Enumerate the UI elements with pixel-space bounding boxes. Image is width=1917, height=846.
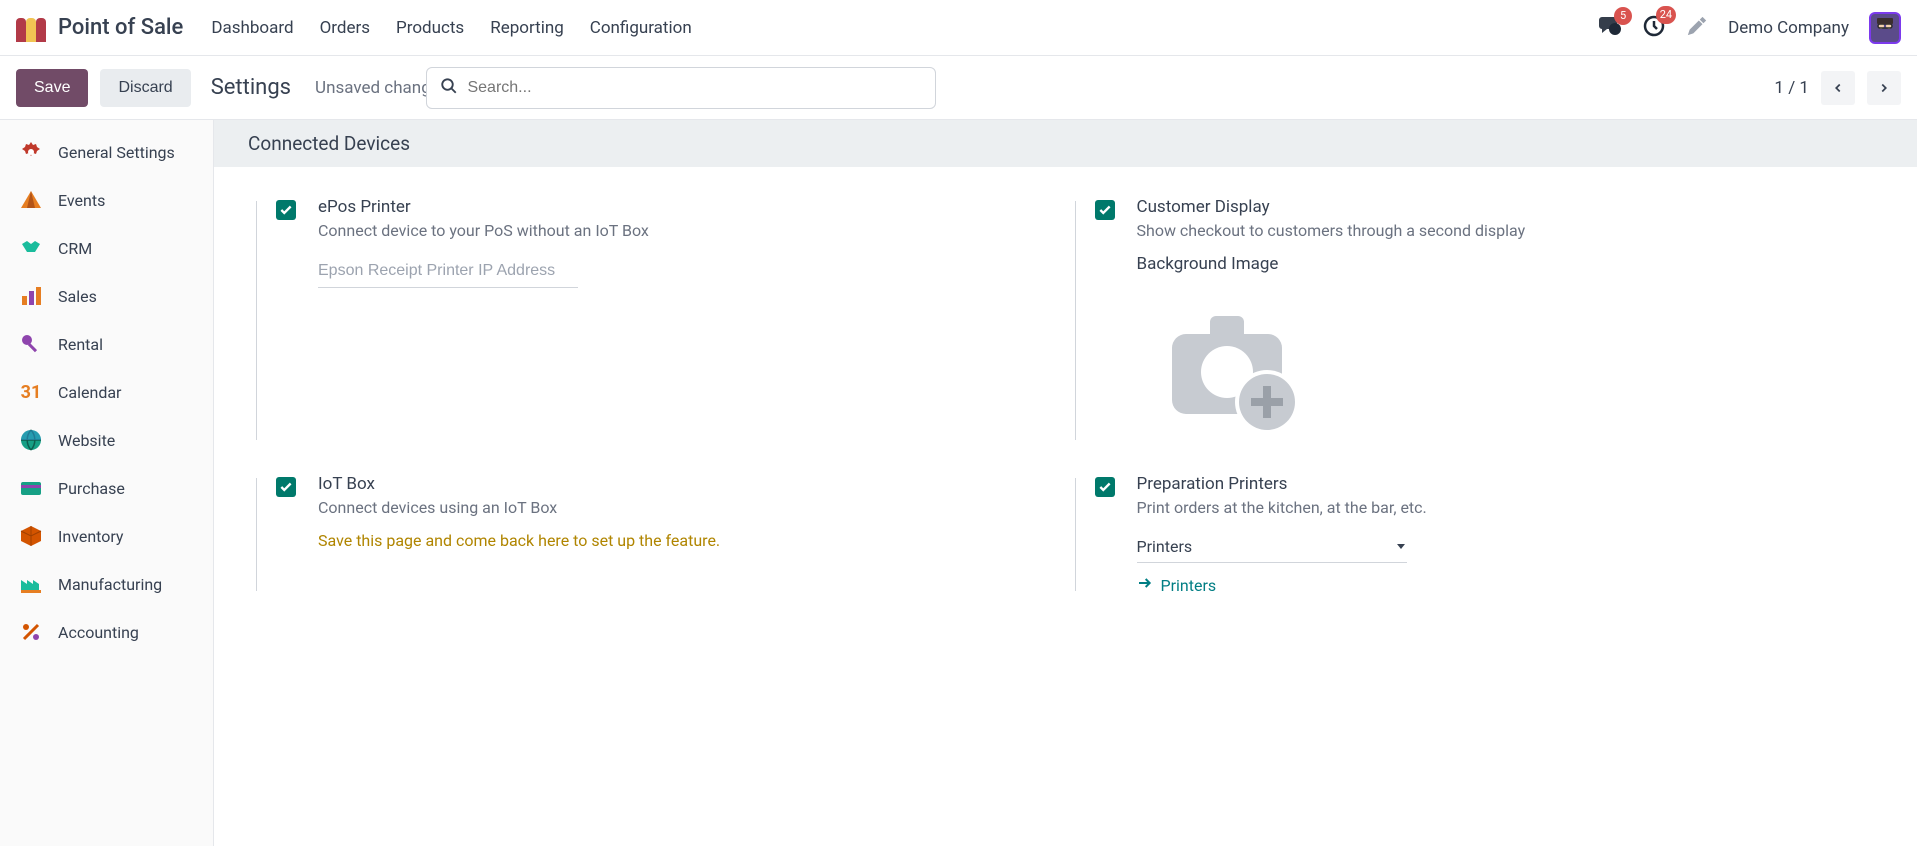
search-input[interactable] [426, 67, 936, 109]
nav-products[interactable]: Products [396, 18, 464, 38]
checkbox-customer-display[interactable] [1095, 200, 1115, 220]
sidebar-item-general-settings[interactable]: General Settings [0, 128, 213, 176]
setting-desc: Connect device to your PoS without an Io… [318, 221, 1049, 240]
percent-icon [18, 619, 44, 645]
sidebar-item-accounting[interactable]: Accounting [0, 608, 213, 656]
settings-sidebar: General Settings Events CRM Sales Rental… [0, 120, 214, 846]
company-selector[interactable]: Demo Company [1728, 18, 1849, 38]
sidebar-item-events[interactable]: Events [0, 176, 213, 224]
main-panel: Connected Devices ePos Printer Connect d… [214, 120, 1917, 846]
nav-reporting[interactable]: Reporting [490, 18, 564, 38]
printers-dropdown[interactable]: Printers [1137, 531, 1407, 563]
calendar-icon: 31 [18, 379, 44, 405]
setting-desc: Print orders at the kitchen, at the bar,… [1137, 498, 1868, 517]
setting-title: ePos Printer [318, 197, 1049, 217]
page-title: Settings [211, 75, 291, 100]
sidebar-item-sales[interactable]: Sales [0, 272, 213, 320]
sidebar-item-crm[interactable]: CRM [0, 224, 213, 272]
sidebar-item-label: Purchase [58, 479, 125, 498]
iot-warning: Save this page and come back here to set… [318, 531, 1049, 550]
topbar: Point of Sale Dashboard Orders Products … [0, 0, 1917, 56]
sidebar-item-label: Sales [58, 287, 97, 306]
activities-icon[interactable]: 24 [1642, 14, 1666, 42]
actionbar: Save Discard Settings Unsaved changes 1 … [0, 56, 1917, 120]
pager-next[interactable] [1867, 71, 1901, 105]
sidebar-item-label: Inventory [58, 527, 124, 546]
background-image-label: Background Image [1137, 254, 1868, 274]
nav-configuration[interactable]: Configuration [590, 18, 692, 38]
sidebar-item-label: Manufacturing [58, 575, 162, 594]
setting-desc: Connect devices using an IoT Box [318, 498, 1049, 517]
sidebar-item-inventory[interactable]: Inventory [0, 512, 213, 560]
search-wrap [426, 67, 936, 109]
app-title[interactable]: Point of Sale [58, 15, 183, 40]
epos-ip-input[interactable] [318, 254, 578, 288]
factory-icon [18, 571, 44, 597]
sidebar-item-label: Calendar [58, 383, 121, 402]
setting-iot-box: IoT Box Connect devices using an IoT Box… [270, 474, 1049, 595]
sidebar-item-label: CRM [58, 239, 92, 258]
sidebar-item-label: Events [58, 191, 105, 210]
discard-button[interactable]: Discard [100, 69, 190, 107]
setting-preparation-printers: Preparation Printers Print orders at the… [1089, 474, 1868, 595]
dropdown-label: Printers [1137, 537, 1193, 556]
avatar[interactable] [1869, 12, 1901, 44]
link-label: Printers [1161, 576, 1217, 595]
setting-title: Customer Display [1137, 197, 1868, 217]
section-header: Connected Devices [214, 120, 1917, 167]
pager: 1 / 1 [1774, 71, 1901, 105]
checkbox-iot-box[interactable] [276, 477, 296, 497]
sidebar-item-rental[interactable]: Rental [0, 320, 213, 368]
sidebar-item-calendar[interactable]: 31 Calendar [0, 368, 213, 416]
sidebar-item-label: General Settings [58, 143, 175, 162]
sidebar-item-label: Accounting [58, 623, 139, 642]
handshake-icon [18, 235, 44, 261]
setting-desc: Show checkout to customers through a sec… [1137, 221, 1868, 240]
search-icon [440, 77, 458, 99]
checkbox-epos[interactable] [276, 200, 296, 220]
setting-title: Preparation Printers [1137, 474, 1868, 494]
app-icon [16, 14, 48, 42]
arrow-right-icon [1137, 575, 1153, 595]
sidebar-item-website[interactable]: Website [0, 416, 213, 464]
key-icon [18, 331, 44, 357]
chart-icon [18, 283, 44, 309]
messages-icon[interactable]: 5 [1598, 15, 1622, 41]
save-button[interactable]: Save [16, 69, 88, 107]
chevron-down-icon [1395, 537, 1407, 556]
setting-title: IoT Box [318, 474, 1049, 494]
checkbox-prep-printers[interactable] [1095, 477, 1115, 497]
sidebar-item-label: Website [58, 431, 115, 450]
setting-customer-display: Customer Display Show checkout to custom… [1089, 197, 1868, 444]
gear-icon [18, 139, 44, 165]
card-icon [18, 475, 44, 501]
sidebar-item-purchase[interactable]: Purchase [0, 464, 213, 512]
pager-prev[interactable] [1821, 71, 1855, 105]
sidebar-item-label: Rental [58, 335, 103, 354]
tent-icon [18, 187, 44, 213]
background-image-upload[interactable] [1137, 294, 1327, 444]
topbar-right: 5 24 Demo Company [1598, 12, 1901, 44]
pager-text: 1 / 1 [1774, 78, 1809, 98]
messages-badge: 5 [1614, 7, 1632, 25]
globe-icon [18, 427, 44, 453]
tools-icon[interactable] [1686, 15, 1708, 41]
box-icon [18, 523, 44, 549]
nav-links: Dashboard Orders Products Reporting Conf… [211, 18, 691, 38]
setting-epos-printer: ePos Printer Connect device to your PoS … [270, 197, 1049, 444]
activities-badge: 24 [1656, 6, 1676, 24]
nav-orders[interactable]: Orders [320, 18, 370, 38]
sidebar-item-manufacturing[interactable]: Manufacturing [0, 560, 213, 608]
printers-link[interactable]: Printers [1137, 575, 1868, 595]
nav-dashboard[interactable]: Dashboard [211, 18, 293, 38]
